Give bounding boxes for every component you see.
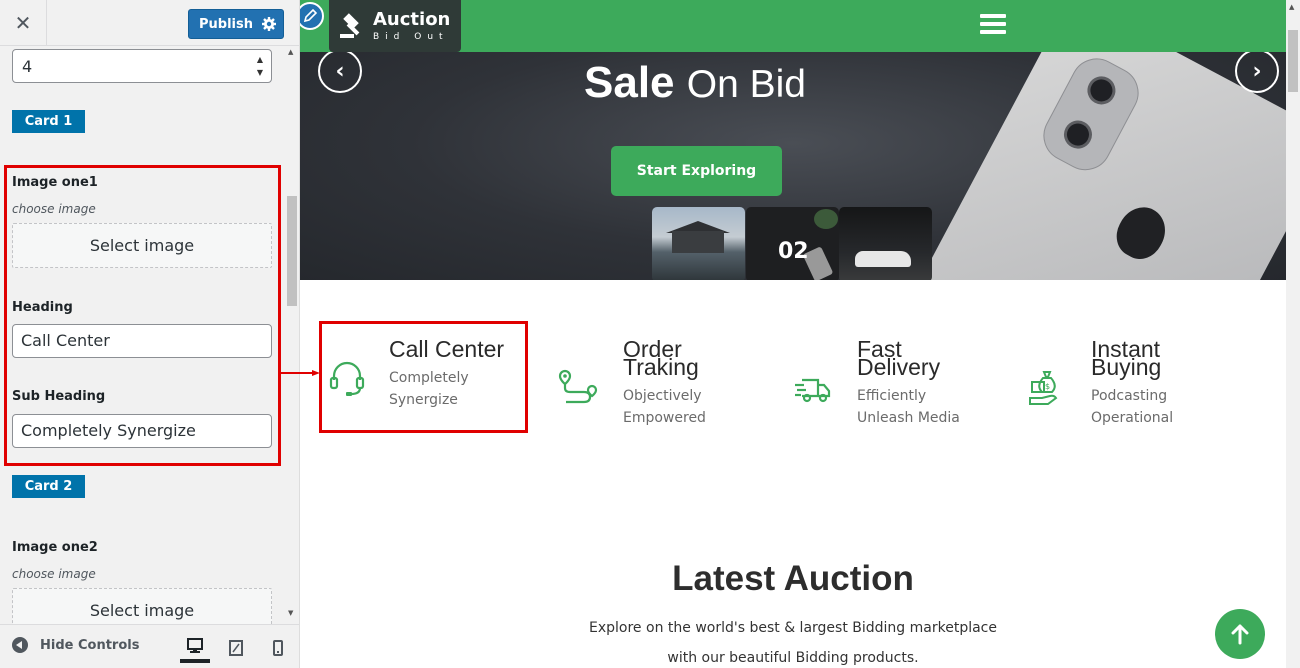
mobile-preview-button[interactable]	[263, 633, 293, 663]
select-image-button-2[interactable]: Select image	[12, 588, 272, 624]
customizer-window: ✕ Publish 4 ▲ ▼ Card 1 Image one1 choose…	[0, 0, 1300, 668]
feature-sub-line1: Objectively	[623, 388, 702, 404]
desktop-icon	[187, 638, 203, 653]
logo-tagline: Bid Out	[373, 32, 449, 42]
desktop-preview-button[interactable]	[180, 633, 210, 663]
image-one2-description: choose image	[12, 567, 96, 581]
highlight-box-card1-controls	[4, 165, 281, 466]
delivery-truck-icon	[795, 378, 831, 403]
card-count-input[interactable]: 4 ▲ ▼	[12, 49, 272, 83]
hero-title: Sale On Bid	[300, 58, 1090, 108]
feature-sub-line2: Unleash Media	[857, 410, 960, 426]
site-header: Auction Bid Out	[300, 0, 1286, 52]
feature-title-line2: Delivery	[857, 354, 941, 380]
highlight-connector-arrow-icon	[281, 370, 320, 376]
panel-header: ✕ Publish	[0, 0, 299, 46]
feature-sub-line2: Operational	[1091, 410, 1174, 426]
slider-thumbnail-house[interactable]	[652, 207, 745, 280]
slider-thumbnail-car[interactable]	[839, 207, 932, 280]
hero-title-bold: Sale	[584, 58, 675, 107]
feature-title-line2: Buying	[1091, 354, 1162, 380]
apple-logo-icon	[1108, 199, 1174, 267]
slider-thumbnail-phone[interactable]: 02	[746, 207, 839, 280]
publish-button[interactable]: Publish	[188, 9, 284, 39]
latest-auction-text-line2: with our beautiful Bidding products.	[667, 650, 919, 666]
feature-sub-line1: Efficiently	[857, 388, 927, 404]
close-customizer-button[interactable]: ✕	[0, 0, 47, 46]
logo-word: Auction	[373, 9, 451, 30]
money-hand-icon: $	[1029, 371, 1058, 405]
window-scrollbar-thumb[interactable]	[1288, 30, 1298, 92]
gear-icon[interactable]	[261, 16, 277, 32]
site-logo[interactable]: Auction Bid Out	[329, 0, 461, 52]
panel-footer: Hide Controls	[0, 624, 299, 668]
svg-text:$: $	[1045, 382, 1050, 391]
menu-toggle-icon[interactable]	[980, 14, 1006, 38]
hide-controls-label: Hide Controls	[40, 637, 140, 653]
customizer-panel: ✕ Publish 4 ▲ ▼ Card 1 Image one1 choose…	[0, 0, 300, 668]
gavel-icon	[340, 13, 360, 38]
start-exploring-button[interactable]: Start Exploring	[611, 146, 782, 196]
arrow-up-icon	[1231, 624, 1249, 645]
mobile-icon	[273, 640, 283, 656]
panel-scrollbar-thumb[interactable]	[287, 196, 297, 306]
scroll-up-arrow-icon[interactable]: ▲	[288, 48, 293, 56]
feature-sub-line1: Podcasting	[1091, 388, 1168, 404]
thumbnail-number: 02	[778, 239, 809, 264]
card-count-value: 4	[22, 57, 33, 76]
image-one2-label: Image one2	[12, 540, 98, 555]
window-scrollbar[interactable]: ▲	[1286, 0, 1300, 668]
scroll-to-top-button[interactable]	[1215, 609, 1265, 659]
hero-slider: ‹ › Sale On Bid Start Exploring 02	[300, 52, 1286, 280]
panel-scrollbar[interactable]: ▲ ▼	[285, 46, 298, 624]
hide-controls-button[interactable]: Hide Controls	[12, 637, 139, 653]
tablet-icon	[229, 640, 243, 656]
feature-title-line2: Traking	[623, 354, 699, 380]
highlight-box-call-center	[319, 321, 528, 433]
route-pin-icon	[558, 369, 598, 404]
latest-auction-heading: Latest Auction	[672, 559, 914, 598]
tablet-preview-button[interactable]	[221, 633, 251, 663]
collapse-arrow-icon	[12, 637, 28, 653]
card-1-badge: Card 1	[12, 110, 85, 133]
window-scroll-up-icon[interactable]: ▲	[1289, 3, 1294, 11]
publish-label: Publish	[199, 16, 253, 32]
number-spinner[interactable]: ▲ ▼	[257, 53, 263, 79]
latest-auction-text-line1: Explore on the world's best & largest Bi…	[589, 620, 997, 636]
site-preview: Auction Bid Out ‹ › Sale On Bid Start Ex…	[300, 0, 1286, 668]
scroll-down-arrow-icon[interactable]: ▼	[288, 609, 293, 617]
slider-next-arrow[interactable]: ›	[1235, 52, 1279, 93]
hero-title-regular: On Bid	[686, 63, 806, 106]
feature-sub-line2: Empowered	[623, 410, 706, 426]
card-2-badge: Card 2	[12, 475, 85, 498]
